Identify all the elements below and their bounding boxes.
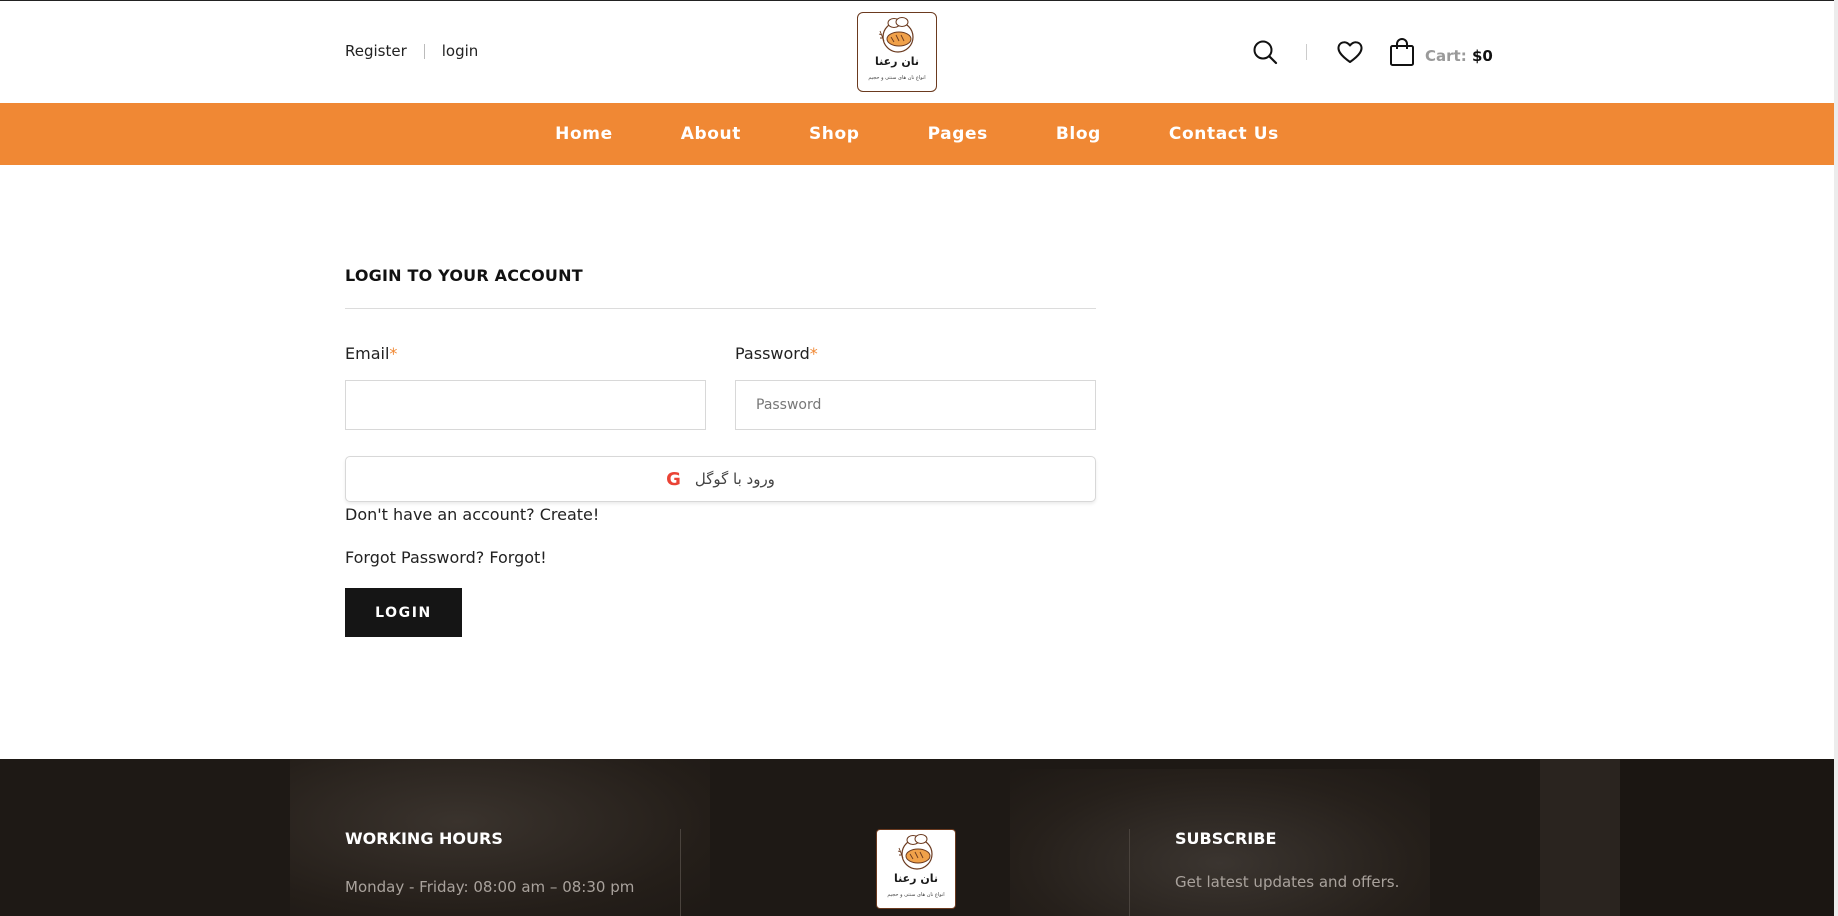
- cart-amount: $0: [1471, 47, 1493, 65]
- forgot-password-link[interactable]: Forgot!: [489, 548, 546, 567]
- footer-divider: [1129, 829, 1130, 916]
- logo-tagline: انواع نان های سنتی و حجیم: [868, 75, 926, 81]
- nav-item-home[interactable]: Home: [555, 124, 613, 144]
- auth-divider: [423, 43, 425, 59]
- chef-bread-icon: [878, 17, 914, 53]
- nav-item-shop[interactable]: Shop: [809, 124, 860, 144]
- cart-summary[interactable]: Cart: $0: [1425, 47, 1493, 65]
- logo-brand-text: نان رعنا: [894, 872, 938, 885]
- password-field[interactable]: [735, 380, 1096, 430]
- required-mark: *: [389, 344, 398, 363]
- email-label-text: Email: [345, 344, 390, 363]
- password-label: Password*: [735, 344, 818, 363]
- logo-brand-text: نان رعنا: [875, 55, 919, 68]
- main-nav: Home About Shop Pages Blog Contact Us: [0, 103, 1834, 165]
- nav-item-pages[interactable]: Pages: [928, 124, 988, 144]
- login-submit-button[interactable]: LOGIN: [345, 588, 462, 637]
- scrollbar[interactable]: [1834, 0, 1838, 916]
- required-mark: *: [809, 344, 818, 363]
- login-link[interactable]: login: [442, 42, 479, 60]
- google-login-button[interactable]: G ورود با گوگل: [345, 456, 1096, 502]
- site-footer: WORKING HOURS Monday - Friday: 08:00 am …: [0, 759, 1834, 916]
- create-account-link[interactable]: Create!: [540, 505, 600, 524]
- register-link[interactable]: Register: [345, 42, 407, 60]
- search-icon[interactable]: [1252, 39, 1278, 69]
- google-icon: G: [666, 468, 681, 490]
- password-label-text: Password: [735, 344, 810, 363]
- forgot-password-line: Forgot Password? Forgot!: [345, 548, 547, 567]
- footer-logo[interactable]: نان رعنا انواع نان های سنتی و حجیم: [876, 829, 956, 909]
- subscribe-text: Get latest updates and offers.: [1175, 873, 1400, 891]
- footer-background-photo: [1620, 759, 1834, 916]
- footer-divider: [680, 829, 681, 916]
- forgot-password-prompt: Forgot Password?: [345, 548, 485, 567]
- title-divider: [345, 308, 1096, 309]
- chef-bread-icon: [897, 834, 933, 870]
- site-header: Register login نان رعنا انواع نان های سن…: [0, 0, 1838, 103]
- create-account-prompt: Don't have an account?: [345, 505, 535, 524]
- working-hours-title: WORKING HOURS: [345, 829, 503, 848]
- shopping-bag-icon[interactable]: [1389, 37, 1415, 71]
- logo-tagline: انواع نان های سنتی و حجیم: [887, 892, 945, 898]
- nav-item-about[interactable]: About: [681, 124, 741, 144]
- auth-links: Register login: [345, 42, 478, 60]
- site-logo[interactable]: نان رعنا انواع نان های سنتی و حجیم: [857, 12, 937, 92]
- working-hours-line: Monday - Friday: 08:00 am – 08:30 pm: [345, 878, 635, 896]
- header-divider: [1306, 44, 1307, 60]
- heart-icon[interactable]: [1336, 39, 1364, 69]
- nav-item-blog[interactable]: Blog: [1056, 124, 1101, 144]
- create-account-line: Don't have an account? Create!: [345, 505, 599, 524]
- google-login-label: ورود با گوگل: [694, 470, 775, 488]
- footer-background-photo: [1540, 759, 1620, 916]
- email-field[interactable]: [345, 380, 706, 430]
- cart-label: Cart:: [1425, 47, 1467, 65]
- subscribe-title: SUBSCRIBE: [1175, 829, 1277, 848]
- email-label: Email*: [345, 344, 397, 363]
- login-form-title: LOGIN TO YOUR ACCOUNT: [345, 266, 583, 285]
- nav-item-contact[interactable]: Contact Us: [1169, 124, 1279, 144]
